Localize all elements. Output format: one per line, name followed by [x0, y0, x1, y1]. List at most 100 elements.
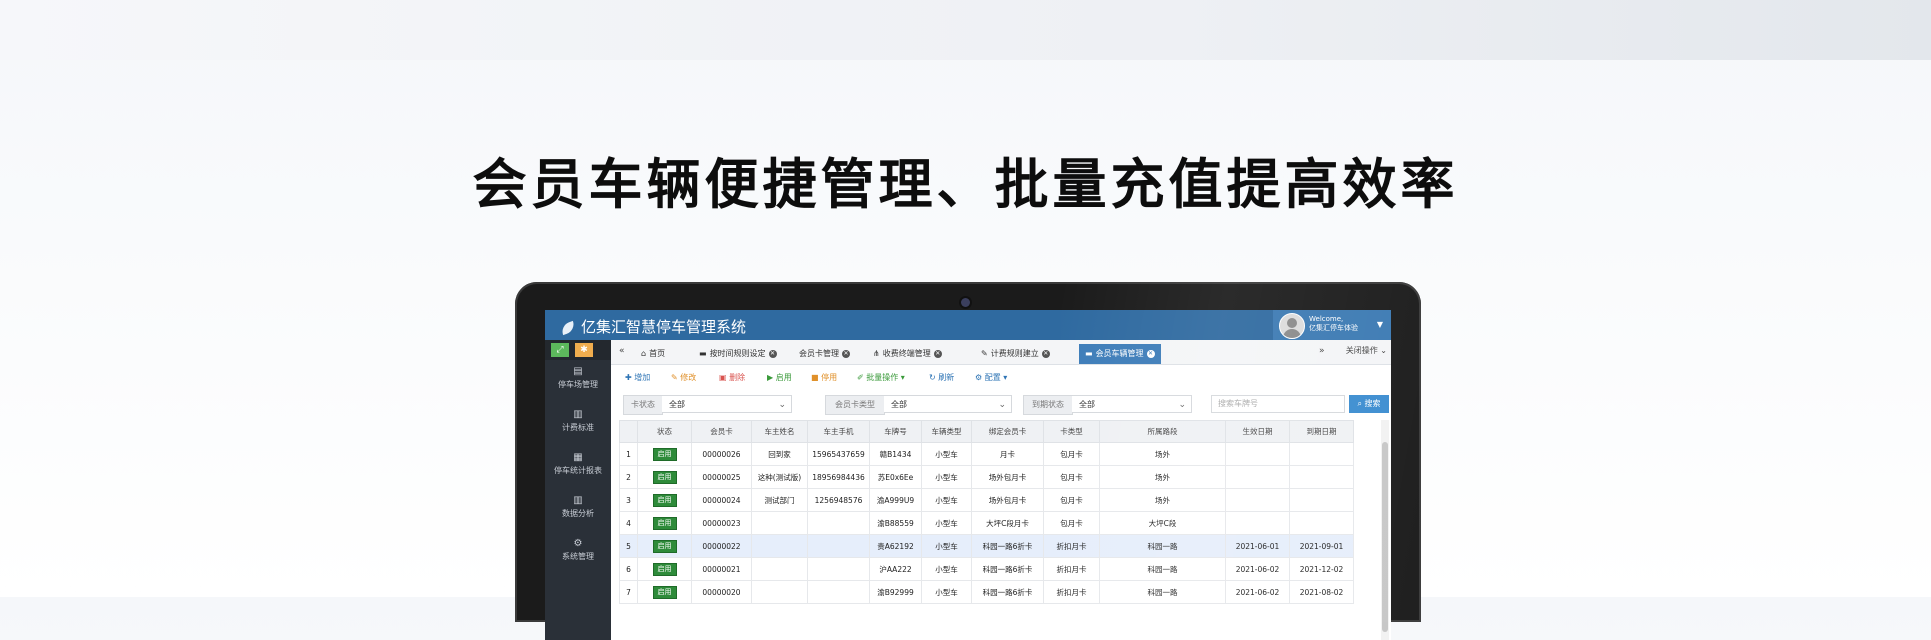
- tab-scroll-left-icon[interactable]: «: [619, 346, 625, 356]
- edit-button[interactable]: ✎ 修改: [671, 372, 696, 384]
- table-cell: [1289, 465, 1354, 489]
- column-header[interactable]: 车辆类型: [921, 420, 972, 443]
- add-button[interactable]: ✚ 增加: [625, 372, 650, 384]
- table-scrollbar[interactable]: [1381, 420, 1389, 640]
- expand-icon[interactable]: ⤢: [551, 343, 569, 357]
- table-cell: 00000024: [691, 488, 752, 512]
- table-cell: 科园一路: [1099, 557, 1226, 581]
- table-cell: 场外: [1099, 465, 1226, 489]
- sitemap-icon: ⋔: [873, 349, 880, 358]
- refresh-button[interactable]: ↻ 刷新: [929, 372, 954, 384]
- table-cell: 渝B92999: [869, 580, 922, 604]
- sidebar-item-analysis[interactable]: ▥ 数据分析: [545, 495, 611, 532]
- column-header[interactable]: 车牌号: [869, 420, 922, 443]
- table-cell: 折扣月卡: [1043, 557, 1100, 581]
- tab-billing-rules[interactable]: ✎ 计费规则建立 ✕: [981, 344, 1050, 364]
- close-icon[interactable]: ✕: [768, 349, 777, 358]
- table-cell: [1225, 488, 1290, 512]
- expire-status-select[interactable]: 全部 ⌄: [1072, 395, 1192, 413]
- table-cell: 这种(测试版): [751, 465, 808, 489]
- main-content: « ⌂ 首页 ▬ 按时间规则设定 ✕ 会员卡管理 ✕ ⋔ 收费终端管理 ✕ ✎ 计费规则建立 ✕…: [611, 340, 1391, 640]
- card-status-value: 全部: [669, 400, 685, 409]
- table-cell: 启用: [637, 557, 692, 581]
- search-label: 搜索: [1364, 399, 1381, 408]
- column-header[interactable]: 车主姓名: [751, 420, 808, 443]
- tab-home[interactable]: ⌂ 首页: [641, 344, 665, 364]
- sidebar-item-reports[interactable]: ▦ 停车统计报表: [545, 452, 611, 489]
- column-header[interactable]: 到期日期: [1289, 420, 1354, 443]
- sidebar-item-billing[interactable]: ▥ 计费标准: [545, 409, 611, 446]
- laptop-frame: 亿集汇智慧停车管理系统 Welcome, 亿集汇停车体验 ▼ ⤢ ✱ ▤ 停车场管…: [515, 282, 1421, 640]
- table-row[interactable]: 7 启用 00000020 渝B92999 小型车 科园一路6折卡 折扣月卡 科园一路 2021…: [619, 580, 1354, 604]
- delete-button[interactable]: ▣ 删除: [719, 372, 745, 384]
- table-cell: 小型车: [921, 557, 972, 581]
- table-cell: 2: [619, 465, 638, 489]
- user-menu[interactable]: Welcome, 亿集汇停车体验 ▼: [1273, 310, 1391, 340]
- table-row[interactable]: 5 启用 00000022 贵A62192 小型车 科园一路6折卡 折扣月卡 科园一路 2021…: [619, 534, 1354, 558]
- table-cell: [1289, 442, 1354, 466]
- sidebar-item-system[interactable]: ⚙ 系统管理: [545, 538, 611, 575]
- column-header[interactable]: 生效日期: [1225, 420, 1290, 443]
- table-row[interactable]: 4 启用 00000023 渝B88559 小型车 大坪C段月卡 包月卡 大坪C段: [619, 511, 1354, 535]
- card-type-select[interactable]: 全部 ⌄: [884, 395, 1012, 413]
- table-row[interactable]: 6 启用 00000021 沪AA222 小型车 科园一路6折卡 折扣月卡 科园一路 2021-…: [619, 557, 1354, 581]
- tab-member-cards[interactable]: 会员卡管理 ✕: [799, 344, 850, 364]
- car-icon: ▬: [1085, 349, 1093, 358]
- table-cell: [751, 557, 808, 581]
- table-cell: [1289, 511, 1354, 535]
- column-header[interactable]: 状态: [637, 420, 692, 443]
- table-cell: 2021-09-01: [1289, 534, 1354, 558]
- search-button[interactable]: ⌕ 搜索: [1349, 395, 1389, 413]
- column-header[interactable]: 卡类型: [1043, 420, 1100, 443]
- tab-member-vehicles[interactable]: ▬ 会员车辆管理 ✕: [1079, 344, 1161, 364]
- column-header[interactable]: 所属路段: [1099, 420, 1226, 443]
- config-button[interactable]: ⚙ 配置 ▾: [975, 372, 1007, 384]
- close-operations-menu[interactable]: 关闭操作 ⌄: [1346, 345, 1387, 356]
- app-brand: 亿集汇智慧停车管理系统: [559, 316, 746, 337]
- chevron-down-icon: ⌄: [1380, 346, 1387, 355]
- table-cell: 大坪C段: [1099, 511, 1226, 535]
- table-cell: 00000020: [691, 580, 752, 604]
- batch-button[interactable]: ✐ 批量操作 ▾: [857, 372, 905, 384]
- bar-chart-icon: ▥: [573, 495, 583, 506]
- scrollbar-thumb[interactable]: [1382, 442, 1388, 632]
- tab-terminals[interactable]: ⋔ 收费终端管理 ✕: [873, 344, 942, 364]
- status-badge: 启用: [652, 539, 677, 553]
- database-icon: ▤: [573, 366, 583, 377]
- settings-icon[interactable]: ✱: [575, 343, 593, 357]
- card-status-select[interactable]: 全部 ⌄: [662, 395, 792, 413]
- column-header[interactable]: 绑定会员卡: [971, 420, 1044, 443]
- table-cell: 场外: [1099, 442, 1226, 466]
- sidebar-top: ⤢ ✱: [545, 340, 611, 360]
- table-row[interactable]: 2 启用 00000025 这种(测试版) 18956984436 苏E0x6Ee 小型车场…: [619, 465, 1354, 489]
- card-type-value: 全部: [891, 400, 907, 409]
- column-header[interactable]: 会员卡: [691, 420, 752, 443]
- table-cell: [807, 557, 870, 581]
- pen-icon: ✎: [981, 349, 988, 358]
- tab-scroll-right-icon[interactable]: »: [1319, 346, 1325, 356]
- vehicle-table-wrapper: 状态 会员卡 车主姓名 车主手机 车牌号 车辆类型 绑定会员卡 卡类型 所属路段 生效日期 到期日期…: [619, 420, 1381, 640]
- user-name: 亿集汇停车体验: [1309, 324, 1358, 332]
- table-cell: 贵A62192: [869, 534, 922, 558]
- table-row[interactable]: 3 启用 00000024 测试部门 1256948576 渝A999U9 小型车 场外包月卡…: [619, 488, 1354, 512]
- close-icon[interactable]: ✕: [933, 349, 942, 358]
- table-cell: 00000022: [691, 534, 752, 558]
- enable-button[interactable]: ▶ 启用: [767, 372, 792, 384]
- table-cell: 包月卡: [1043, 488, 1100, 512]
- stop-icon: ■: [811, 373, 819, 382]
- table-cell: 测试部门: [751, 488, 808, 512]
- column-header[interactable]: [619, 420, 638, 443]
- plus-icon: ✚: [625, 373, 632, 382]
- close-icon[interactable]: ✕: [1146, 349, 1155, 358]
- disable-button[interactable]: ■ 停用: [811, 372, 837, 384]
- sidebar-item-parking[interactable]: ▤ 停车场管理: [545, 366, 611, 403]
- table-cell: 科园一路6折卡: [971, 534, 1044, 558]
- app-screen: 亿集汇智慧停车管理系统 Welcome, 亿集汇停车体验 ▼ ⤢ ✱ ▤ 停车场管…: [545, 310, 1391, 640]
- column-header[interactable]: 车主手机: [807, 420, 870, 443]
- table-row[interactable]: 1 启用 00000026 回到家 15965437659 赣B1434 小型车 月卡 包月卡场…: [619, 442, 1354, 466]
- close-icon[interactable]: ✕: [1041, 349, 1050, 358]
- status-badge: 启用: [652, 493, 677, 507]
- close-icon[interactable]: ✕: [842, 349, 850, 358]
- tab-time-rules[interactable]: ▬ 按时间规则设定 ✕: [699, 344, 777, 364]
- plate-search-input[interactable]: 搜索车牌号: [1211, 395, 1345, 413]
